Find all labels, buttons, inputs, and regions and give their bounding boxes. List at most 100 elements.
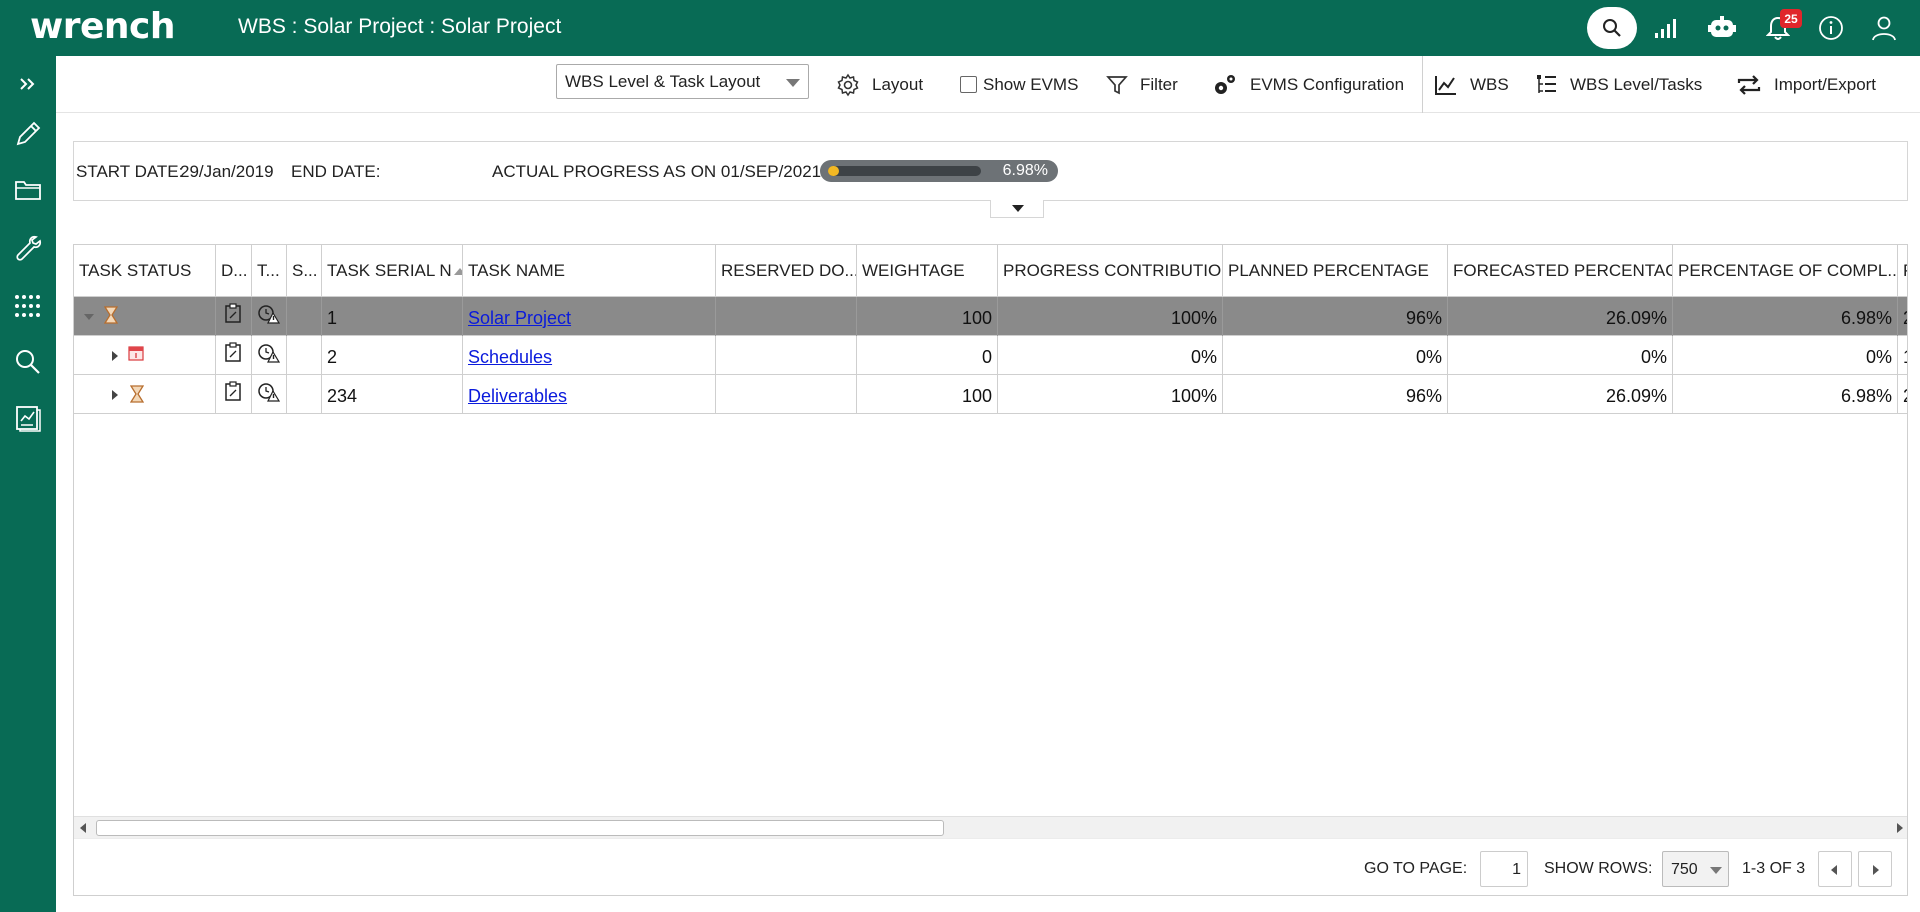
forecasted-percentage-cell: 26.09% xyxy=(1448,375,1673,414)
forecasted-percentage-cell: 26.09% xyxy=(1448,297,1673,336)
edit-nav-button[interactable] xyxy=(8,114,48,154)
breadcrumb: WBS : Solar Project : Solar Project xyxy=(238,15,562,38)
sort-ascending-icon xyxy=(453,268,462,276)
collapse-info-toggle[interactable] xyxy=(990,200,1044,218)
import-export-label: Import/Export xyxy=(1774,74,1877,94)
header-planned-percentage[interactable]: PLANNED PERCENTAGE xyxy=(1223,245,1448,297)
s-cell xyxy=(287,336,322,375)
scroll-left-icon[interactable] xyxy=(80,823,86,833)
clock-warning-icon[interactable] xyxy=(258,343,280,363)
table-row[interactable]: 234 Deliverables 100 100% 96% 26.09% 6.9… xyxy=(74,375,1907,414)
wbs-label: WBS xyxy=(1470,74,1509,94)
wbs-button[interactable]: WBS xyxy=(1434,56,1509,113)
layout-button[interactable]: Layout xyxy=(836,56,923,113)
reserved-cell xyxy=(716,375,857,414)
document-cell xyxy=(216,297,252,336)
wrench-logo[interactable]: wrench xyxy=(30,6,176,47)
rows-per-page-select[interactable]: 750 xyxy=(1662,851,1729,887)
header-t[interactable]: T... xyxy=(252,245,287,297)
apps-nav-button[interactable] xyxy=(8,286,48,326)
start-date-label: START DATE: xyxy=(76,162,184,181)
serial-cell: 234 xyxy=(322,375,463,414)
signal-button[interactable] xyxy=(1648,10,1684,46)
completion-percentage-cell: 6.98% xyxy=(1673,297,1898,336)
document-cell xyxy=(216,375,252,414)
filter-button[interactable]: Filter xyxy=(1106,56,1178,113)
show-rows-label: SHOW ROWS: xyxy=(1544,860,1653,877)
user-icon xyxy=(1872,16,1896,41)
filter-icon xyxy=(1106,75,1128,94)
actual-progress-bar: 6.98% xyxy=(820,160,1058,182)
search-nav-button[interactable] xyxy=(8,342,48,382)
evms-configuration-button[interactable]: EVMS Configuration xyxy=(1212,56,1404,113)
header-progress-contribution[interactable]: PROGRESS CONTRIBUTIO... xyxy=(998,245,1223,297)
clipboard-icon[interactable] xyxy=(224,303,242,323)
expand-row-icon[interactable] xyxy=(112,351,118,361)
layout-select[interactable]: WBS Level & Task Layout xyxy=(556,64,809,99)
clock-warning-icon[interactable] xyxy=(258,304,280,324)
header-p[interactable]: P xyxy=(1898,245,1907,297)
header-percentage-of-completion[interactable]: PERCENTAGE OF COMPL... xyxy=(1673,245,1898,297)
tools-nav-button[interactable] xyxy=(8,228,48,268)
task-link-solar-project[interactable]: Solar Project xyxy=(468,308,571,328)
toolbar: WBS Level & Task Layout Layout Show EVMS… xyxy=(56,56,1920,113)
clipboard-icon[interactable] xyxy=(224,342,242,362)
expand-row-icon[interactable] xyxy=(112,390,118,400)
header-d[interactable]: D... xyxy=(216,245,252,297)
task-link-deliverables[interactable]: Deliverables xyxy=(468,386,567,406)
repeat-arrows-icon xyxy=(1737,74,1761,95)
wbs-level-tasks-button[interactable]: WBS Level/Tasks xyxy=(1536,56,1702,113)
chevron-left-icon xyxy=(1831,865,1837,875)
next-page-button[interactable] xyxy=(1858,851,1892,887)
reserved-cell xyxy=(716,336,857,375)
p-cell: 2 xyxy=(1898,375,1907,414)
show-evms-toggle[interactable]: Show EVMS xyxy=(960,56,1078,113)
task-link-schedules[interactable]: Schedules xyxy=(468,347,552,367)
bot-icon xyxy=(1708,16,1736,37)
previous-page-button[interactable] xyxy=(1818,851,1852,887)
header-task-name[interactable]: TASK NAME xyxy=(463,245,716,297)
show-evms-checkbox[interactable] xyxy=(960,76,977,93)
project-info-panel: START DATE: 29/Jan/2019 END DATE: ACTUAL… xyxy=(73,141,1908,201)
progress-track xyxy=(828,166,981,176)
info-button[interactable] xyxy=(1813,10,1849,46)
hourglass-icon xyxy=(130,385,144,403)
task-name-cell: Solar Project xyxy=(463,297,716,336)
reports-nav-button[interactable] xyxy=(8,398,48,438)
pagination-bar: GO TO PAGE: 1 SHOW ROWS: 750 1-3 OF 3 xyxy=(74,838,1907,895)
header-forecasted-percentage[interactable]: FORECASTED PERCENTAGE xyxy=(1448,245,1673,297)
collapse-row-icon[interactable] xyxy=(84,314,94,320)
import-export-button[interactable]: Import/Export xyxy=(1736,56,1876,113)
header-task-serial[interactable]: TASK SERIAL N xyxy=(322,245,463,297)
folder-icon xyxy=(15,181,41,200)
clock-warning-icon[interactable] xyxy=(258,382,280,402)
expand-sidebar-button[interactable] xyxy=(8,64,48,104)
horizontal-scrollbar[interactable] xyxy=(74,816,1907,838)
header-weightage[interactable]: WEIGHTAGE xyxy=(857,245,998,297)
pencil-icon xyxy=(16,121,41,146)
end-date-label: END DATE: xyxy=(291,162,381,181)
clipboard-icon[interactable] xyxy=(224,381,242,401)
evms-configuration-label: EVMS Configuration xyxy=(1250,74,1405,94)
header-reserved-do[interactable]: RESERVED DO... xyxy=(716,245,857,297)
scroll-right-icon[interactable] xyxy=(1897,823,1903,833)
page-number-input[interactable]: 1 xyxy=(1480,851,1528,887)
table-row[interactable]: 2 Schedules 0 0% 0% 0% 0% 1 xyxy=(74,336,1907,375)
folder-nav-button[interactable] xyxy=(8,170,48,210)
planned-percentage-cell: 96% xyxy=(1223,297,1448,336)
global-search-button[interactable] xyxy=(1587,7,1637,49)
wrench-icon xyxy=(16,235,42,261)
search-icon xyxy=(16,350,40,374)
p-cell: 2 xyxy=(1898,297,1907,336)
progress-fill xyxy=(828,166,839,176)
wbs-task-grid: TASK STATUS D... T... S... TASK SERIAL N… xyxy=(73,244,1908,896)
header-task-status[interactable]: TASK STATUS xyxy=(74,245,216,297)
scrollbar-thumb[interactable] xyxy=(96,820,944,836)
table-row[interactable]: 1 Solar Project 100 100% 96% 26.09% 6.98… xyxy=(74,297,1907,336)
gear-icon xyxy=(837,73,859,96)
header-s[interactable]: S... xyxy=(287,245,322,297)
assistant-bot-button[interactable] xyxy=(1704,10,1740,46)
progress-contribution-cell: 100% xyxy=(998,375,1223,414)
filter-label: Filter xyxy=(1140,74,1178,94)
user-profile-button[interactable] xyxy=(1866,10,1902,46)
